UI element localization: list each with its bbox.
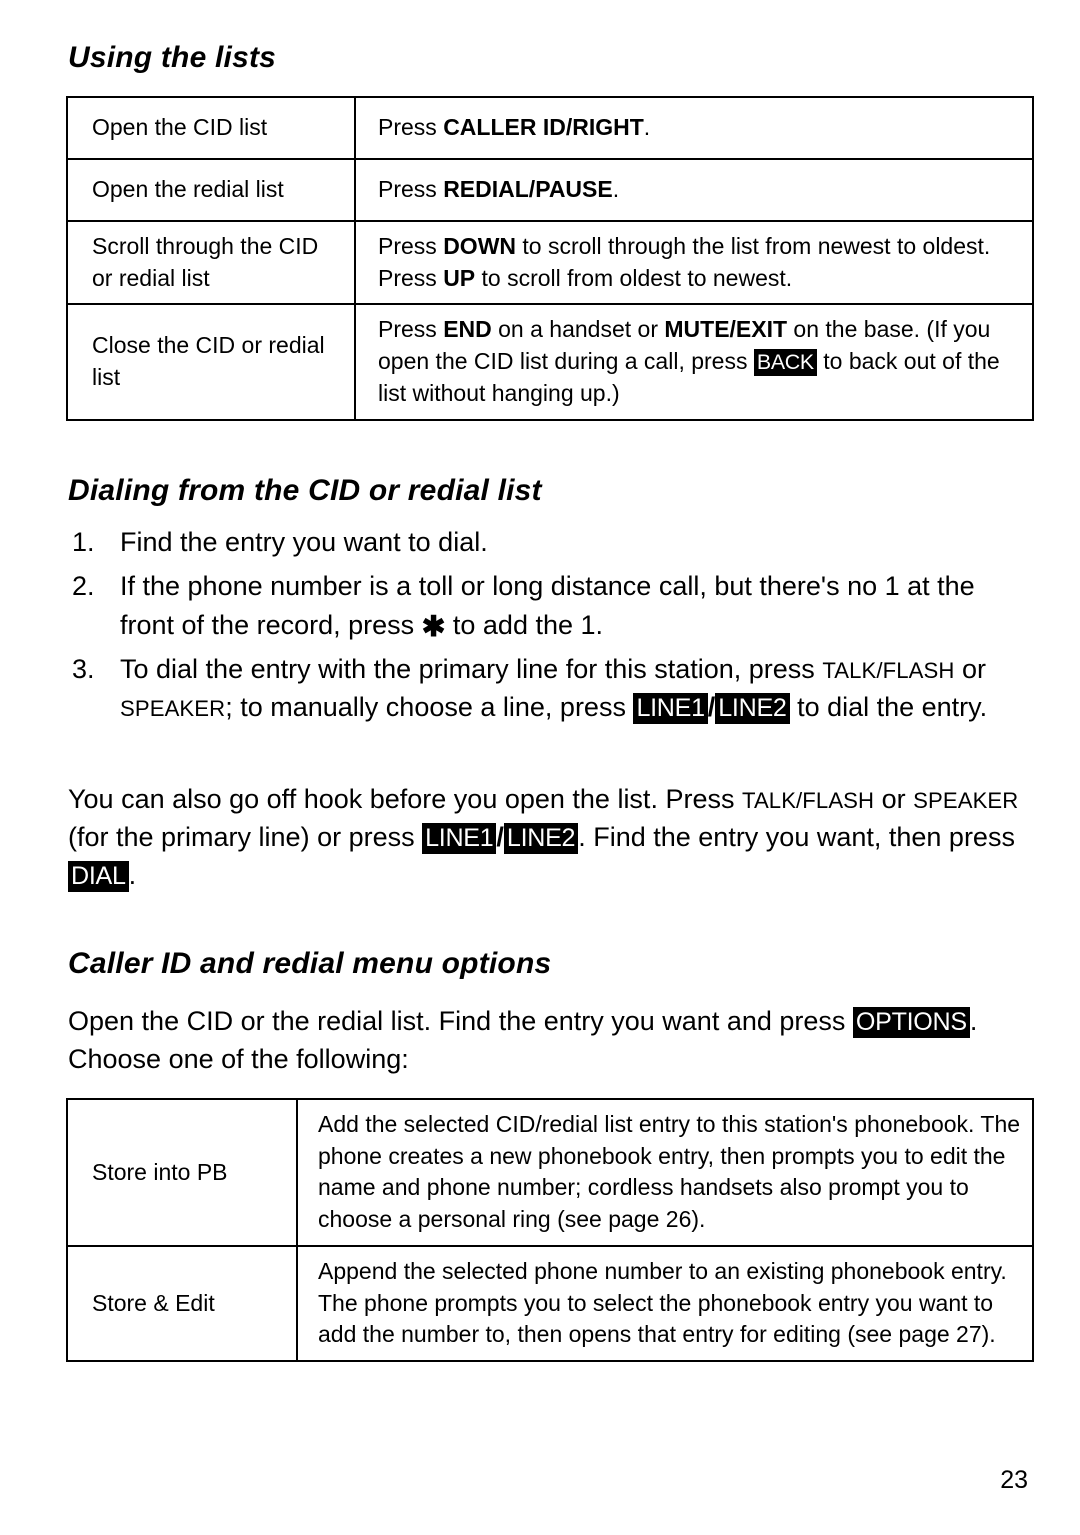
dialing-steps-list: 1. Find the entry you want to dial. 2. If … xyxy=(68,524,1028,733)
menu-options-intro-paragraph: Open the CID or the redial list. Find th… xyxy=(68,1003,1028,1079)
list-item-text: Find the entry you want to dial. xyxy=(120,527,488,557)
keycap-line2: LINE2 xyxy=(503,822,579,854)
keycap-options: OPTIONS xyxy=(852,1007,970,1038)
text-run: (for the primary line) or press xyxy=(68,821,423,852)
menu-options-table: Store into PB Add the selected CID/redia… xyxy=(66,1098,1034,1363)
key-label-speaker: SPEAKER xyxy=(913,788,1019,813)
table-row: Store into PB Add the selected CID/redia… xyxy=(66,1098,1034,1247)
table-cell-action: Scroll through the CID or redial list xyxy=(66,219,356,306)
table-cell-instruction: Press END on a handset or MUTE/EXIT on t… xyxy=(354,303,1034,421)
key-label-redial-pause: REDIAL/PAUSE xyxy=(443,176,613,203)
text-run: To dial the entry with the primary line … xyxy=(120,654,823,685)
table-cell-option-description: Add the selected CID/redial list entry t… xyxy=(296,1098,1034,1247)
table-row: Close the CID or redial list Press END o… xyxy=(66,303,1034,421)
list-item: 1. Find the entry you want to dial. xyxy=(68,524,1028,562)
list-item: 3. To dial the entry with the primary lin… xyxy=(68,651,1028,727)
text-run: or xyxy=(874,784,914,814)
heading-dialing-from-cid-or-redial-list: Dialing from the CID or redial list xyxy=(68,474,542,507)
list-item-number: 1. xyxy=(72,527,95,557)
keycap-back: BACK xyxy=(753,349,817,377)
text-run: to scroll from oldest to newest. xyxy=(475,264,793,291)
list-item-number: 3. xyxy=(72,654,95,685)
table-cell-instruction: Press DOWN to scroll through the list fr… xyxy=(354,219,1034,306)
keycap-dial: DIAL xyxy=(68,860,129,892)
key-label-talk-flash: TALK/FLASH xyxy=(822,658,955,684)
table-cell-instruction: Press CALLER ID/RIGHT. xyxy=(354,96,1034,160)
table-cell-action: Open the CID list xyxy=(66,96,356,160)
key-label-down: DOWN xyxy=(443,233,517,259)
key-label-up: UP xyxy=(443,264,476,291)
table-cell-option-name: Store into PB xyxy=(66,1098,298,1247)
table-cell-action: Open the redial list xyxy=(66,158,356,222)
table-row: Scroll through the CID or redial list Pr… xyxy=(66,219,1034,306)
text-run: . xyxy=(643,114,651,141)
text-run: ; to manually choose a line, press xyxy=(225,692,634,723)
star-key-icon: ✱ xyxy=(421,610,446,643)
text-run: Press xyxy=(378,233,444,259)
text-run: to add the 1. xyxy=(445,609,604,640)
table-cell-instruction: Press REDIAL/PAUSE. xyxy=(354,158,1034,222)
table-cell-option-description: Append the selected phone number to an e… xyxy=(296,1244,1034,1363)
text-run: . xyxy=(612,176,620,203)
key-label-caller-id-right: CALLER ID/RIGHT xyxy=(443,114,644,141)
key-label-mute-exit: MUTE/EXIT xyxy=(664,316,788,343)
heading-caller-id-and-redial-menu-options: Caller ID and redial menu options xyxy=(68,947,552,980)
page-number: 23 xyxy=(1000,1466,1028,1494)
text-run: or xyxy=(954,654,986,685)
off-hook-paragraph: You can also go off hook before you open… xyxy=(68,781,1033,894)
keycap-line1: LINE1 xyxy=(422,822,497,854)
table-row: Store & Edit Append the selected phone n… xyxy=(66,1244,1034,1363)
text-run: on a handset or xyxy=(491,316,665,343)
keycap-line2: LINE2 xyxy=(715,693,790,725)
list-item-number: 2. xyxy=(72,570,95,601)
text-run: You can also go off hook before you open… xyxy=(68,784,742,814)
table-row: Open the CID list Press CALLER ID/RIGHT. xyxy=(66,96,1034,160)
list-item: 2. If the phone number is a toll or long … xyxy=(68,568,1028,645)
keycap-line1: LINE1 xyxy=(633,693,708,725)
text-run: Press xyxy=(378,114,444,141)
key-label-talk-flash: TALK/FLASH xyxy=(741,788,875,813)
using-the-lists-table: Open the CID list Press CALLER ID/RIGHT.… xyxy=(66,96,1034,421)
text-run: Open the CID or the redial list. Find th… xyxy=(68,1006,853,1036)
table-cell-option-name: Store & Edit xyxy=(66,1244,298,1363)
table-row: Open the redial list Press REDIAL/PAUSE. xyxy=(66,158,1034,222)
key-label-end: END xyxy=(443,316,492,343)
text-run: to dial the entry. xyxy=(789,692,988,723)
key-label-speaker: SPEAKER xyxy=(120,696,226,722)
text-run: . xyxy=(128,859,137,890)
text-run: Press xyxy=(378,176,444,203)
keycap-separator: / xyxy=(496,821,504,852)
heading-using-the-lists: Using the lists xyxy=(68,41,277,74)
text-run: Press xyxy=(378,316,444,343)
table-cell-action: Close the CID or redial list xyxy=(66,303,356,421)
manual-page: Using the lists Open the CID list Press … xyxy=(0,0,1080,1535)
text-run: . Find the entry you want, then press xyxy=(578,821,1015,852)
